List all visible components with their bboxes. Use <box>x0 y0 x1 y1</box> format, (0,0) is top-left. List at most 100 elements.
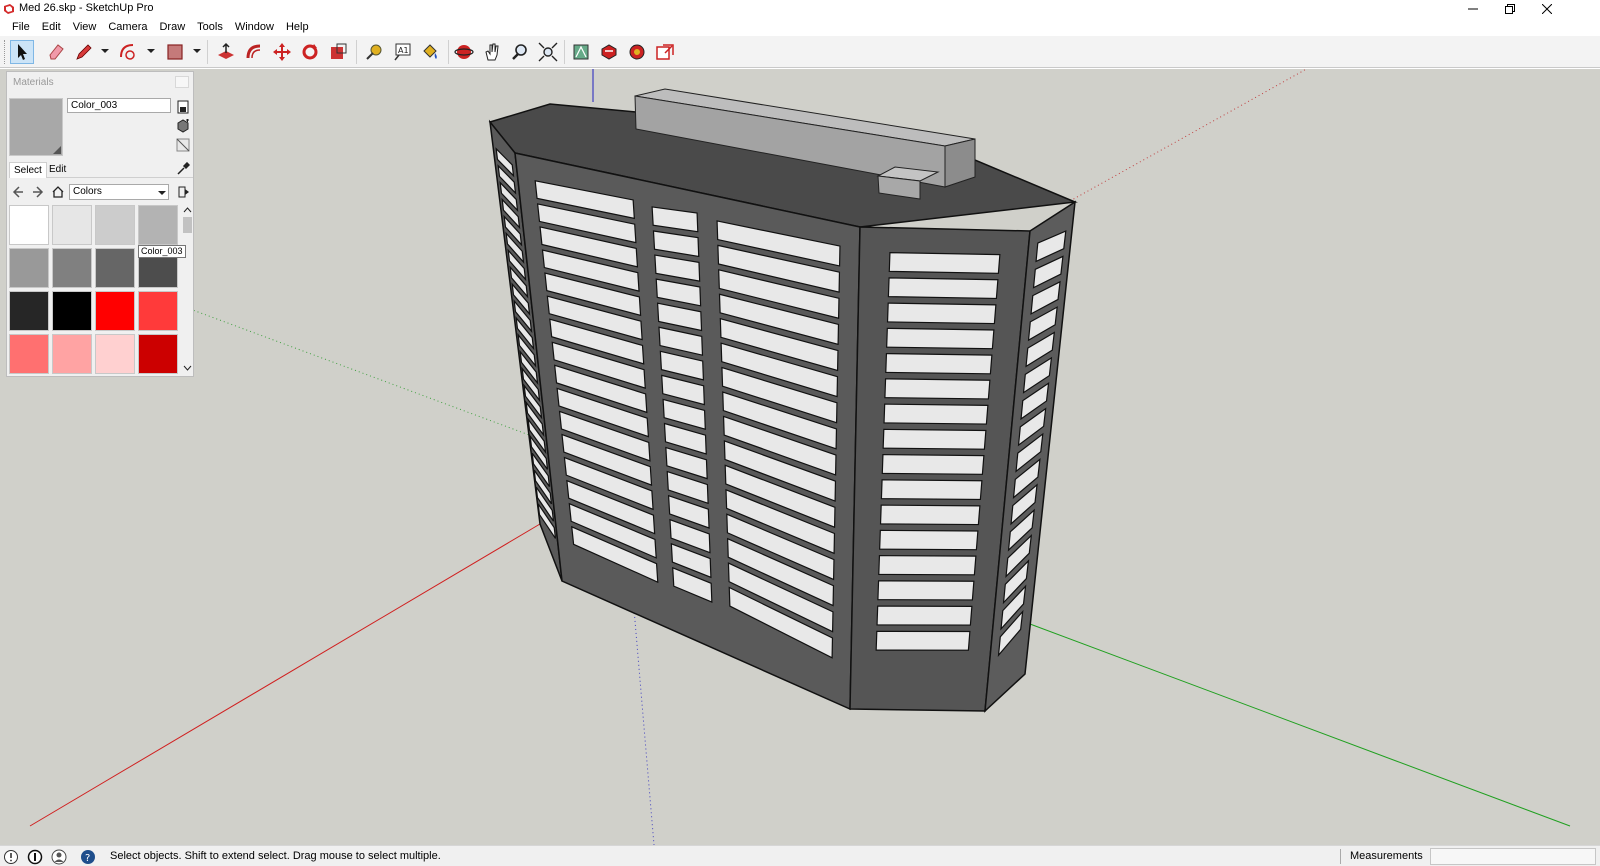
window-pane <box>878 555 977 576</box>
geolocation-button[interactable] <box>3 849 19 865</box>
tab-edit[interactable]: Edit <box>45 162 70 178</box>
scale-tool-button[interactable] <box>326 40 350 64</box>
paint-bucket-icon <box>423 44 437 59</box>
swatch-scrollbar[interactable] <box>182 205 193 375</box>
forward-button[interactable] <box>31 185 45 199</box>
back-button[interactable] <box>11 185 25 199</box>
details-arrow-icon <box>178 186 189 198</box>
measurements-input[interactable] <box>1430 848 1596 865</box>
create-material-button[interactable] <box>176 119 190 133</box>
material-name-field[interactable]: Color_003 <box>67 98 171 113</box>
shape-tool-dropdown[interactable] <box>193 46 201 58</box>
material-swatch[interactable] <box>138 291 178 331</box>
menu-file[interactable]: File <box>6 18 36 36</box>
material-swatch[interactable] <box>138 334 178 374</box>
minimize-icon <box>1468 8 1478 10</box>
material-swatch[interactable] <box>52 291 92 331</box>
material-swatch[interactable] <box>95 205 135 245</box>
menu-tools[interactable]: Tools <box>191 18 229 36</box>
window-pane <box>876 605 973 626</box>
material-swatch[interactable] <box>9 291 49 331</box>
menu-view[interactable]: View <box>67 18 103 36</box>
window-pane <box>886 302 997 325</box>
menu-help[interactable]: Help <box>280 18 315 36</box>
move-tool-button[interactable] <box>270 40 294 64</box>
scroll-down-icon[interactable] <box>183 363 192 372</box>
materials-panel-title: Materials <box>13 77 54 88</box>
push-pull-tool-button[interactable] <box>214 40 238 64</box>
details-button[interactable] <box>177 185 191 199</box>
line-tool-dropdown[interactable] <box>101 46 109 58</box>
materials-navigation: Colors <box>9 183 193 201</box>
scroll-up-icon[interactable] <box>183 206 192 215</box>
home-button[interactable] <box>51 185 65 199</box>
shape-tool-button[interactable] <box>163 40 187 64</box>
pan-tool-button[interactable] <box>480 40 504 64</box>
arc-tool-dropdown[interactable] <box>147 46 155 58</box>
material-swatch[interactable] <box>9 205 49 245</box>
arc-tool-button[interactable] <box>116 40 140 64</box>
menu-camera[interactable]: Camera <box>102 18 153 36</box>
current-material-preview[interactable] <box>9 98 63 156</box>
model-canvas[interactable] <box>0 69 1600 845</box>
material-swatch[interactable] <box>138 205 178 245</box>
warehouse-tool-button[interactable] <box>569 40 593 64</box>
chevron-down-icon <box>101 49 109 53</box>
modeling-viewport[interactable] <box>0 69 1600 845</box>
layout-tool-button[interactable] <box>653 40 677 64</box>
panel-collapse-button[interactable] <box>175 76 189 88</box>
tab-select[interactable]: Select <box>9 162 47 178</box>
orbit-icon <box>454 45 474 59</box>
rotate-tool-button[interactable] <box>298 40 322 64</box>
text-label-icon: A1 <box>394 43 411 61</box>
move-icon <box>273 43 291 61</box>
save-icon <box>177 100 189 114</box>
material-swatch[interactable] <box>95 334 135 374</box>
offset-tool-button[interactable] <box>242 40 266 64</box>
rotate-icon <box>302 44 318 60</box>
menu-window[interactable]: Window <box>229 18 280 36</box>
minimize-button[interactable] <box>1455 0 1491 18</box>
line-tool-button[interactable] <box>72 40 96 64</box>
orbit-tool-button[interactable] <box>452 40 476 64</box>
eraser-tool-button[interactable] <box>44 40 68 64</box>
swatch-tooltip: Color_003 <box>138 245 186 258</box>
toolbar-grip[interactable] <box>4 40 7 64</box>
components-tool-button[interactable] <box>625 40 649 64</box>
material-swatch[interactable] <box>95 291 135 331</box>
default-material-button[interactable] <box>176 138 190 152</box>
green-axis-line <box>1029 623 1571 827</box>
extension-warehouse-tool-button[interactable] <box>597 40 621 64</box>
eyedropper-icon[interactable] <box>176 162 190 176</box>
material-swatch[interactable] <box>52 205 92 245</box>
material-swatch[interactable] <box>52 248 92 288</box>
collection-dropdown[interactable]: Colors <box>69 184 169 200</box>
material-swatch[interactable] <box>52 334 92 374</box>
material-swatch[interactable] <box>9 248 49 288</box>
material-swatch[interactable] <box>9 334 49 374</box>
home-icon <box>52 186 64 198</box>
close-button[interactable] <box>1529 0 1565 18</box>
paint-bucket-tool-button[interactable] <box>418 40 442 64</box>
menu-edit[interactable]: Edit <box>36 18 67 36</box>
window-pane <box>882 428 987 450</box>
building-model[interactable] <box>488 88 1078 713</box>
user-account-button[interactable] <box>51 849 67 865</box>
scrollbar-thumb[interactable] <box>183 217 192 233</box>
status-bar: ? Select objects. Shift to extend select… <box>0 845 1600 866</box>
select-tool-button[interactable] <box>10 40 34 64</box>
restore-button[interactable] <box>1492 0 1528 18</box>
swatch-corner-icon <box>53 146 61 154</box>
instructor-button[interactable]: ? <box>80 849 96 865</box>
zoom-extents-tool-button[interactable] <box>536 40 560 64</box>
zoom-tool-button[interactable] <box>508 40 532 64</box>
credits-button[interactable] <box>27 849 43 865</box>
restore-icon <box>1505 4 1515 14</box>
menu-draw[interactable]: Draw <box>153 18 191 36</box>
tape-measure-tool-button[interactable] <box>362 40 386 64</box>
eraser-icon <box>49 44 64 60</box>
save-material-button[interactable] <box>176 100 190 114</box>
material-swatch[interactable] <box>95 248 135 288</box>
text-tool-button[interactable]: A1 <box>390 40 414 64</box>
svg-text:A1: A1 <box>398 46 409 55</box>
